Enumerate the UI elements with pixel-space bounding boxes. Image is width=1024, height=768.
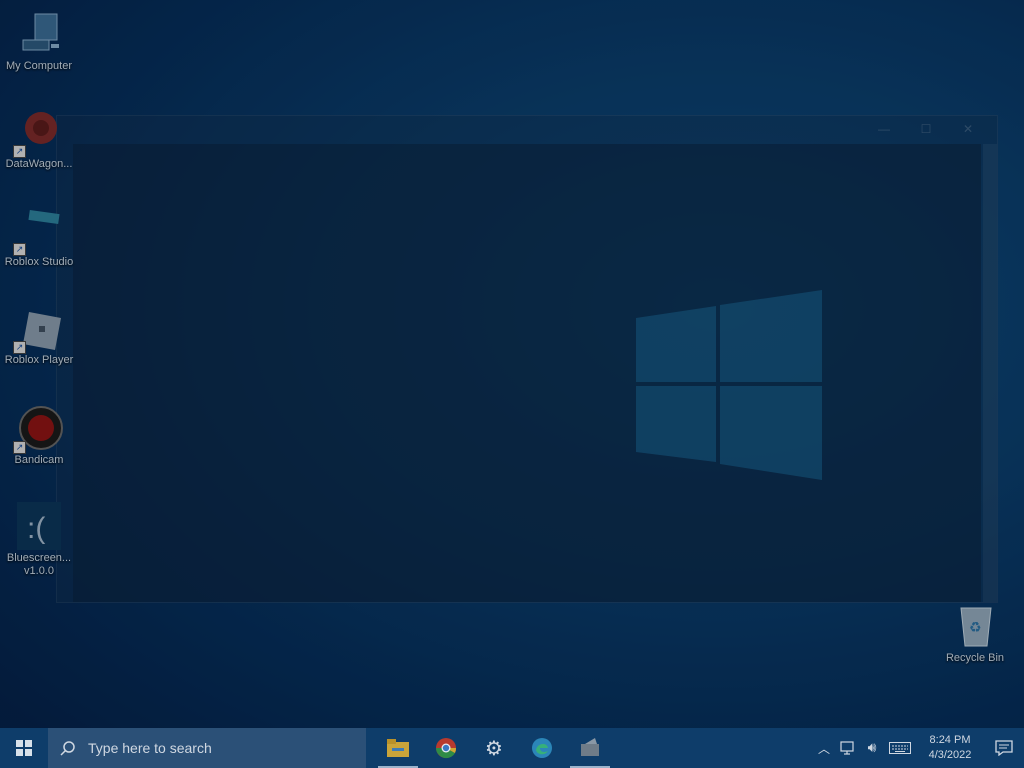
maximize-icon[interactable]: ☐: [905, 122, 947, 136]
windows-start-icon: [16, 740, 32, 756]
icon-label: Recycle Bin: [945, 652, 1005, 664]
desktop-icon-recycle-bin[interactable]: ♻ Recycle Bin: [936, 602, 1014, 665]
icon-label: DataWagon...: [5, 158, 73, 170]
network-icon[interactable]: [836, 728, 860, 768]
taskbar-clock[interactable]: 8:24 PM 4/3/2022: [916, 733, 984, 763]
desktop-icon-bandicam[interactable]: ↗ Bandicam: [0, 404, 78, 467]
roblox-studio-icon: ↗: [13, 206, 63, 256]
taskbar-file-explorer[interactable]: [374, 728, 422, 768]
file-explorer-icon: [387, 739, 409, 757]
desktop-icon-roblox-studio[interactable]: ↗ Roblox Studio: [0, 206, 78, 269]
taskbar-app[interactable]: [566, 728, 614, 768]
chrome-icon: [436, 738, 457, 759]
icon-label: My Computer: [5, 60, 73, 72]
taskbar-apps: ⚙: [374, 728, 614, 768]
recycle-bin-icon: ♻: [951, 602, 999, 650]
search-placeholder: Type here to search: [88, 740, 212, 756]
app-icon: [581, 738, 599, 756]
minimize-icon[interactable]: —: [863, 122, 905, 136]
computer-icon: [15, 10, 63, 58]
datawagon-icon: ↗: [13, 108, 63, 158]
bandicam-icon: ↗: [13, 404, 63, 454]
action-center-icon[interactable]: [984, 728, 1024, 768]
taskbar-settings[interactable]: ⚙: [470, 728, 518, 768]
console-output: [73, 144, 981, 602]
taskbar: Type here to search ⚙ ︿ 🔊︎ 8:24 PM 4/3/2…: [0, 728, 1024, 768]
desktop-icon-datawagon[interactable]: ↗ DataWagon...: [0, 108, 78, 171]
icon-label: Bandicam: [14, 454, 64, 466]
icon-label: Roblox Studio: [4, 256, 74, 268]
desktop-icon-roblox-player[interactable]: ↗ Roblox Player: [0, 304, 78, 367]
shortcut-arrow-icon: ↗: [13, 243, 26, 256]
desktop-icon-my-computer[interactable]: My Computer: [0, 10, 78, 73]
desktop: — ☐ ✕ My Computer ↗ DataWagon... ↗ Roblo…: [0, 0, 1024, 728]
shortcut-arrow-icon: ↗: [13, 441, 26, 454]
roblox-player-icon: ↗: [13, 304, 63, 354]
show-hidden-icons-chevron-icon[interactable]: ︿: [812, 728, 836, 768]
svg-text:♻: ♻: [969, 620, 982, 636]
keyboard-icon[interactable]: [884, 728, 916, 768]
svg-text::(: :(: [27, 512, 45, 545]
window-titlebar[interactable]: — ☐ ✕: [57, 116, 997, 142]
clock-date: 4/3/2022: [928, 749, 972, 761]
volume-icon[interactable]: 🔊︎: [860, 728, 884, 768]
search-icon: [48, 740, 88, 756]
desktop-icon-bluescreen[interactable]: :( Bluescreen... v1.0.0: [0, 502, 78, 578]
windows-logo-wallpaper: [636, 290, 822, 480]
close-icon[interactable]: ✕: [947, 122, 989, 136]
settings-icon: ⚙: [485, 736, 503, 760]
shortcut-arrow-icon: ↗: [13, 145, 26, 158]
clock-time: 8:24 PM: [929, 734, 971, 746]
icon-label: Roblox Player: [4, 354, 74, 366]
taskbar-edge[interactable]: [518, 728, 566, 768]
edge-icon: [532, 738, 552, 758]
icon-label-version: v1.0.0: [24, 565, 54, 577]
window-scrollbar[interactable]: [983, 144, 997, 602]
taskbar-chrome[interactable]: [422, 728, 470, 768]
shortcut-arrow-icon: ↗: [13, 341, 26, 354]
icon-label: Bluescreen...: [6, 552, 72, 564]
start-button[interactable]: [0, 728, 48, 768]
system-tray: ︿ 🔊︎ 8:24 PM 4/3/2022: [812, 728, 1024, 768]
background-window[interactable]: — ☐ ✕: [56, 115, 998, 603]
bluescreen-icon: :(: [15, 502, 63, 550]
taskbar-search-box[interactable]: Type here to search: [48, 728, 366, 768]
